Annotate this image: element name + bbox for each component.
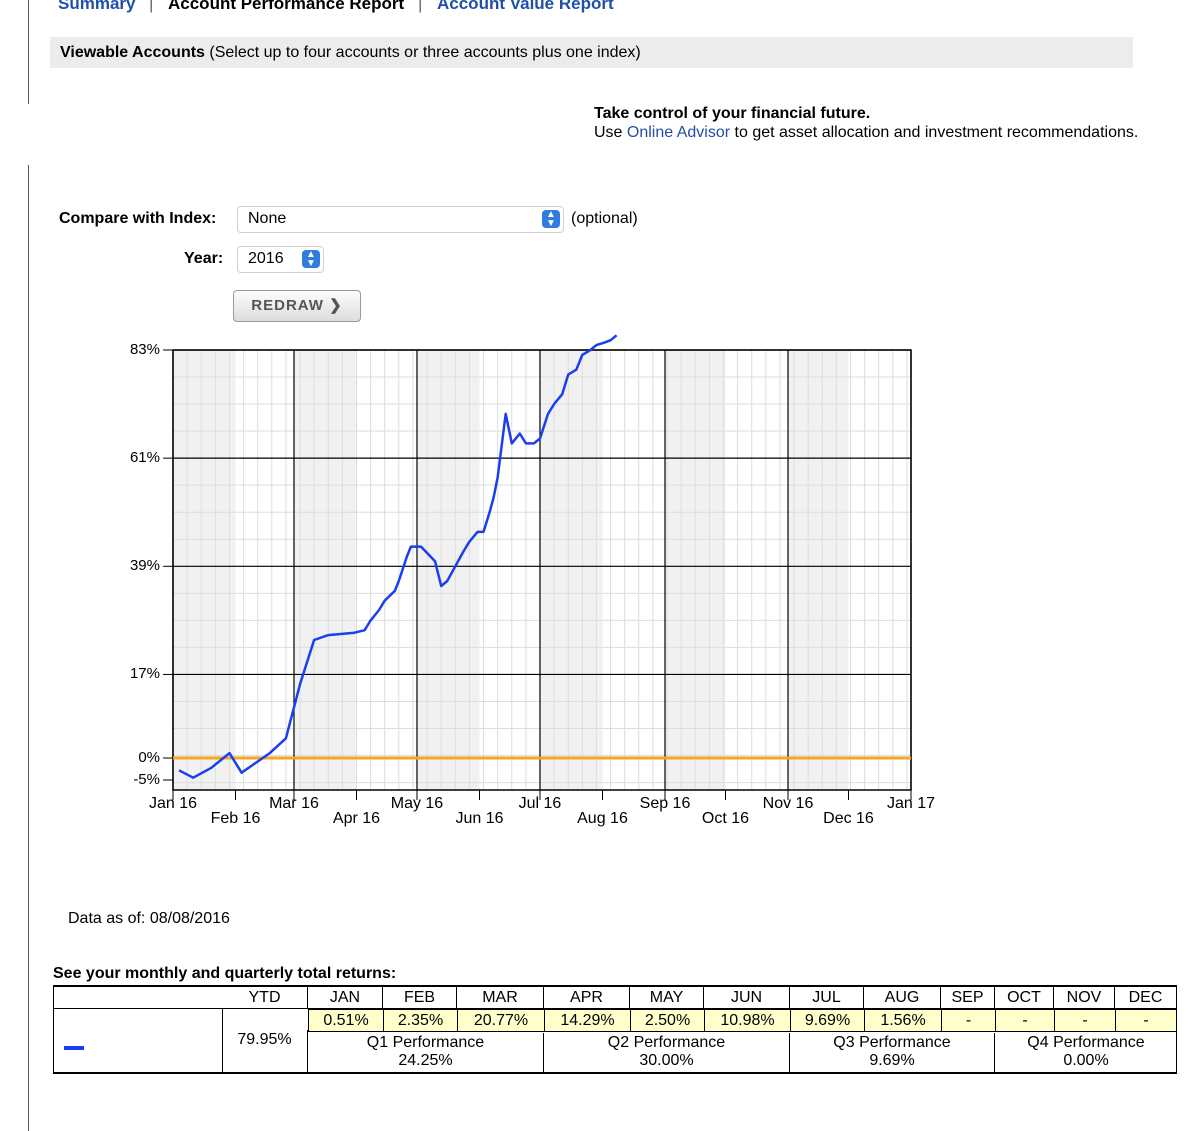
quarter-value: 0.00% [1063,1052,1109,1069]
series-legend-swatch [64,1046,84,1050]
month-return: 14.29% [544,1009,631,1032]
quarter-value: 30.00% [639,1052,694,1069]
month-return: - [1115,1009,1177,1032]
month-header: NOV [1054,986,1115,1009]
x-tick-label: Mar 16 [269,795,319,812]
performance-chart [163,334,912,800]
month-header: JUL [790,986,864,1009]
month-header: JUN [704,986,790,1009]
month-header: FEB [383,986,457,1009]
x-tick-label: Dec 16 [823,810,874,827]
y-tick-label: 83% [129,341,160,358]
x-tick-label: Feb 16 [210,810,261,827]
quarter-performance: Q2 Performance 30.00% [544,1033,790,1073]
month-header: JAN [308,986,383,1009]
quarter-label: Q2 Performance [607,1034,726,1051]
ytd-return: 79.95% [222,1030,308,1073]
month-header: APR [544,986,630,1009]
x-tick-label: Sep 16 [639,795,691,812]
month-header: OCT [995,986,1054,1009]
y-tick-label: 0% [138,749,160,766]
month-return: - [995,1009,1055,1032]
x-tick-label: Jan 17 [886,795,936,812]
x-tick-label: Aug 16 [577,810,628,827]
x-tick-label: Oct 16 [701,810,750,827]
y-tick-label: -5% [133,771,160,788]
month-shade [539,350,603,790]
month-return: 0.51% [308,1009,384,1032]
month-return: 9.69% [790,1009,865,1032]
quarter-label: Q4 Performance [1027,1034,1145,1051]
month-return: 1.56% [864,1009,942,1032]
month-shade [293,350,357,790]
data-as-of: Data as of: 08/08/2016 [68,910,230,927]
quarter-performance: Q4 Performance 0.00% [995,1033,1177,1073]
month-return: 20.77% [457,1009,545,1032]
quarter-performance: Q3 Performance 9.69% [790,1033,995,1073]
month-shade [788,350,849,790]
x-tick-label: Jun 16 [455,810,504,827]
month-header: SEP [941,986,995,1009]
quarter-label: Q3 Performance [833,1034,951,1051]
y-tick-label: 61% [129,449,160,466]
quarter-value: 9.69% [869,1052,915,1069]
quarter-label: Q1 Performance [366,1034,485,1051]
month-header: MAY [630,986,704,1009]
x-tick-label: Jan 16 [148,795,198,812]
month-shade [416,350,480,790]
y-tick-label: 39% [129,557,160,574]
month-return: - [941,1009,996,1032]
y-tick-label: 17% [129,665,160,682]
month-header: AUG [864,986,941,1009]
x-tick-label: Nov 16 [762,795,814,812]
quarter-performance: Q1 Performance 24.25% [308,1033,544,1073]
month-shade [173,350,236,790]
x-tick-label: Jul 16 [518,795,562,812]
ytd-header: YTD [222,986,308,1009]
month-header: DEC [1115,986,1177,1009]
x-tick-label: May 16 [390,795,444,812]
quarter-value: 24.25% [398,1052,453,1069]
x-tick-label: Apr 16 [332,810,381,827]
month-return: 2.35% [383,1009,458,1032]
month-return: 10.98% [704,1009,791,1032]
month-header: MAR [457,986,544,1009]
month-return: - [1054,1009,1116,1032]
month-return: 2.50% [630,1009,705,1032]
returns-title: See your monthly and quarterly total ret… [53,965,397,982]
